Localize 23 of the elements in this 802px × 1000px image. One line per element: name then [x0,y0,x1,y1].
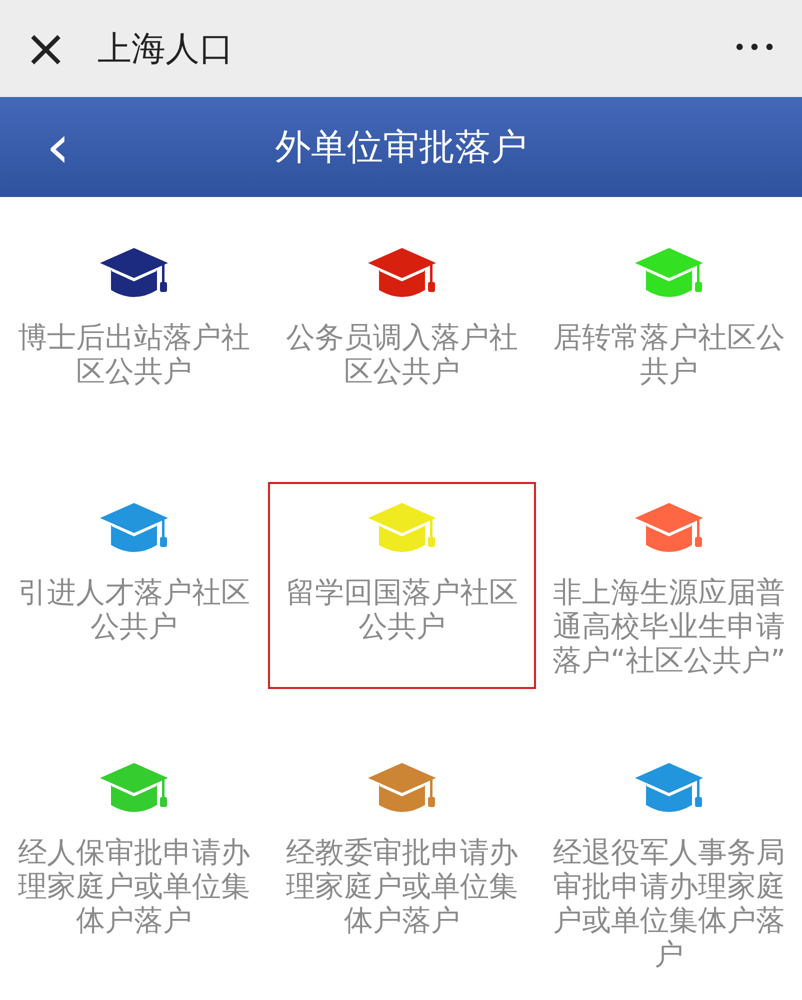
category-label: 经教委审批申请办理家庭户或单位集体户落户 [285,835,519,937]
category-label: 经退役军人事务局审批申请办理家庭户或单位集体户落户 [552,835,786,971]
category-label: 居转常落户社区公共户 [552,320,786,388]
more-button[interactable]: ••• [733,36,778,61]
category-label: 引进人才落户社区公共户 [17,575,251,643]
category-item[interactable]: 经退役军人事务局审批申请办理家庭户或单位集体户落户 [536,742,802,1000]
category-item[interactable]: 博士后出站落户社区公共户 [0,227,268,434]
category-item[interactable]: 公务员调入落户社区公共户 [268,227,536,434]
category-item[interactable]: 经人保审批申请办理家庭户或单位集体户落户 [0,742,268,983]
category-item[interactable]: 经教委审批申请办理家庭户或单位集体户落户 [268,742,536,983]
category-item[interactable]: 非上海生源应届普通高校毕业生申请落户“社区公共户” [536,482,802,723]
category-label: 留学回国落户社区公共户 [285,575,519,643]
back-button[interactable]: ‹ [46,117,70,177]
category-item[interactable]: 留学回国落户社区公共户 [268,482,536,689]
category-label: 公务员调入落户社区公共户 [285,320,519,388]
close-button[interactable]: × [24,22,68,74]
category-label: 非上海生源应届普通高校毕业生申请落户“社区公共户” [551,575,787,677]
category-label: 经人保审批申请办理家庭户或单位集体户落户 [17,835,251,937]
category-label: 博士后出站落户社区公共户 [17,320,251,388]
page-title: 外单位审批落户 [275,126,527,170]
app-title: 上海人口 [98,28,235,70]
category-item[interactable]: 引进人才落户社区公共户 [0,482,268,689]
category-item[interactable]: 居转常落户社区公共户 [536,227,802,434]
